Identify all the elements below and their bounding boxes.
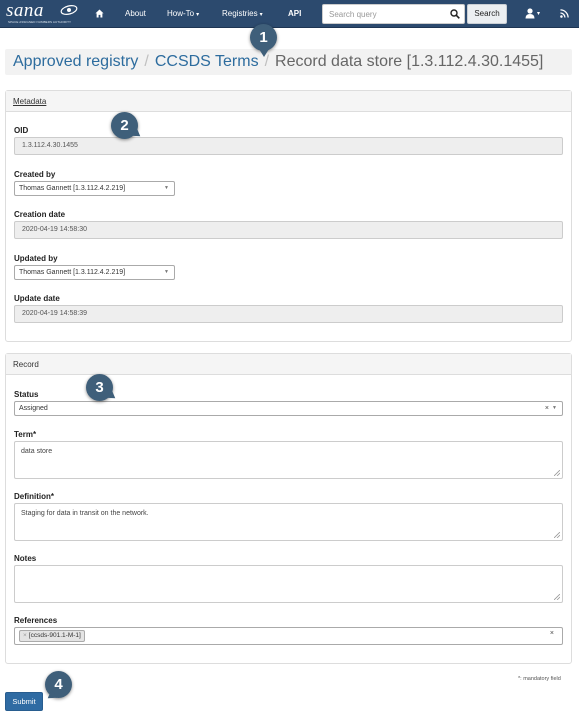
oid-field: 1.3.112.4.30.1455 xyxy=(14,137,563,155)
chevron-down-icon[interactable]: ▾ xyxy=(537,10,540,17)
nav-registries[interactable]: Registries ▾ xyxy=(222,0,263,28)
chevron-down-icon: ▾ xyxy=(259,12,263,18)
update-date-field: 2020-04-19 14:58:39 xyxy=(14,305,563,323)
creation-date-label: Creation date xyxy=(14,210,66,219)
notes-label: Notes xyxy=(14,554,37,563)
references-field[interactable]: × [ccsds-901.1-M-1] × xyxy=(14,627,563,645)
chevron-down-icon: ▼ xyxy=(552,405,557,411)
clear-icon[interactable]: × xyxy=(545,402,549,415)
callout-marker-2: 2 xyxy=(111,112,138,139)
record-panel-heading: Record xyxy=(6,354,571,375)
search-icon[interactable] xyxy=(450,9,460,19)
resize-grip-icon[interactable] xyxy=(554,470,560,476)
updated-by-label: Updated by xyxy=(14,254,58,263)
definition-label: Definition* xyxy=(14,492,54,501)
top-navbar: sana SPACE ASSIGNED NUMBERS AUTHORITY Ab… xyxy=(0,0,579,28)
submit-button[interactable]: Submit xyxy=(5,692,43,711)
resize-grip-icon[interactable] xyxy=(554,594,560,600)
created-by-label: Created by xyxy=(14,170,56,179)
oid-label: OID xyxy=(14,126,29,135)
notes-textarea[interactable] xyxy=(14,565,563,603)
resize-grip-icon[interactable] xyxy=(554,532,560,538)
chevron-down-icon: ▼ xyxy=(164,185,169,191)
status-label: Status xyxy=(14,390,39,399)
clear-icon[interactable]: × xyxy=(550,630,554,637)
search-button[interactable]: Search xyxy=(467,4,507,24)
metadata-heading-label: Metadata xyxy=(13,97,47,106)
logo-tagline: SPACE ASSIGNED NUMBERS AUTHORITY xyxy=(8,20,72,24)
nav-registries-label: Registries xyxy=(222,9,258,18)
breadcrumb-ccsds-terms[interactable]: CCSDS Terms xyxy=(155,53,259,70)
metadata-panel: Metadata OID 1.3.112.4.30.1455 Created b… xyxy=(5,90,572,342)
sana-logo[interactable]: sana SPACE ASSIGNED NUMBERS AUTHORITY xyxy=(6,0,78,25)
home-icon[interactable] xyxy=(95,9,104,18)
chevron-down-icon: ▾ xyxy=(196,12,200,18)
reference-chip[interactable]: × [ccsds-901.1-M-1] xyxy=(19,630,85,642)
mandatory-field-note: *: mandatory field xyxy=(518,676,561,682)
reference-chip-label: [ccsds-901.1-M-1] xyxy=(28,632,81,639)
nav-api[interactable]: API xyxy=(288,0,301,28)
term-label: Term* xyxy=(14,430,37,439)
remove-chip-icon[interactable]: × xyxy=(23,632,27,639)
breadcrumb-separator: / xyxy=(144,53,149,70)
term-textarea[interactable]: data store xyxy=(14,441,563,479)
updated-by-select[interactable]: Thomas Gannett [1.3.112.4.2.219] ▼ xyxy=(14,265,175,280)
breadcrumb-approved-registry[interactable]: Approved registry xyxy=(13,53,138,70)
nav-api-label: API xyxy=(288,9,302,18)
creation-date-field: 2020-04-19 14:58:30 xyxy=(14,221,563,239)
nav-how-to[interactable]: How-To ▾ xyxy=(167,0,199,28)
update-date-label: Update date xyxy=(14,294,60,303)
term-value: data store xyxy=(21,448,53,455)
nav-about-label: About xyxy=(125,9,146,18)
logo-wordmark: sana xyxy=(6,0,44,21)
breadcrumb: Approved registry / CCSDS Terms / Record dat… xyxy=(5,49,572,75)
logo-swoosh-icon xyxy=(60,5,78,15)
status-select[interactable]: Assigned × ▼ xyxy=(14,401,563,416)
nav-about[interactable]: About xyxy=(125,0,146,28)
search-input[interactable] xyxy=(322,4,465,24)
page-title: Record data store [1.3.112.4.30.1455] xyxy=(275,53,544,70)
callout-marker-1: 1 xyxy=(250,24,277,57)
definition-value: Staging for data in transit on the netwo… xyxy=(21,510,149,517)
metadata-panel-heading[interactable]: Metadata xyxy=(6,91,571,112)
nav-how-to-label: How-To xyxy=(167,9,195,18)
updated-by-value: Thomas Gannett [1.3.112.4.2.219] xyxy=(19,269,126,276)
definition-textarea[interactable]: Staging for data in transit on the netwo… xyxy=(14,503,563,541)
record-panel: Record Status Assigned × ▼ Term* data st… xyxy=(5,353,572,664)
references-label: References xyxy=(14,616,58,625)
callout-marker-4: 4 xyxy=(45,671,72,698)
callout-marker-3: 3 xyxy=(86,374,113,401)
rss-icon[interactable] xyxy=(560,9,569,18)
status-value: Assigned xyxy=(19,405,48,412)
chevron-down-icon: ▼ xyxy=(164,269,169,275)
created-by-select[interactable]: Thomas Gannett [1.3.112.4.2.219] ▼ xyxy=(14,181,175,196)
user-icon[interactable] xyxy=(525,8,535,19)
created-by-value: Thomas Gannett [1.3.112.4.2.219] xyxy=(19,185,126,192)
